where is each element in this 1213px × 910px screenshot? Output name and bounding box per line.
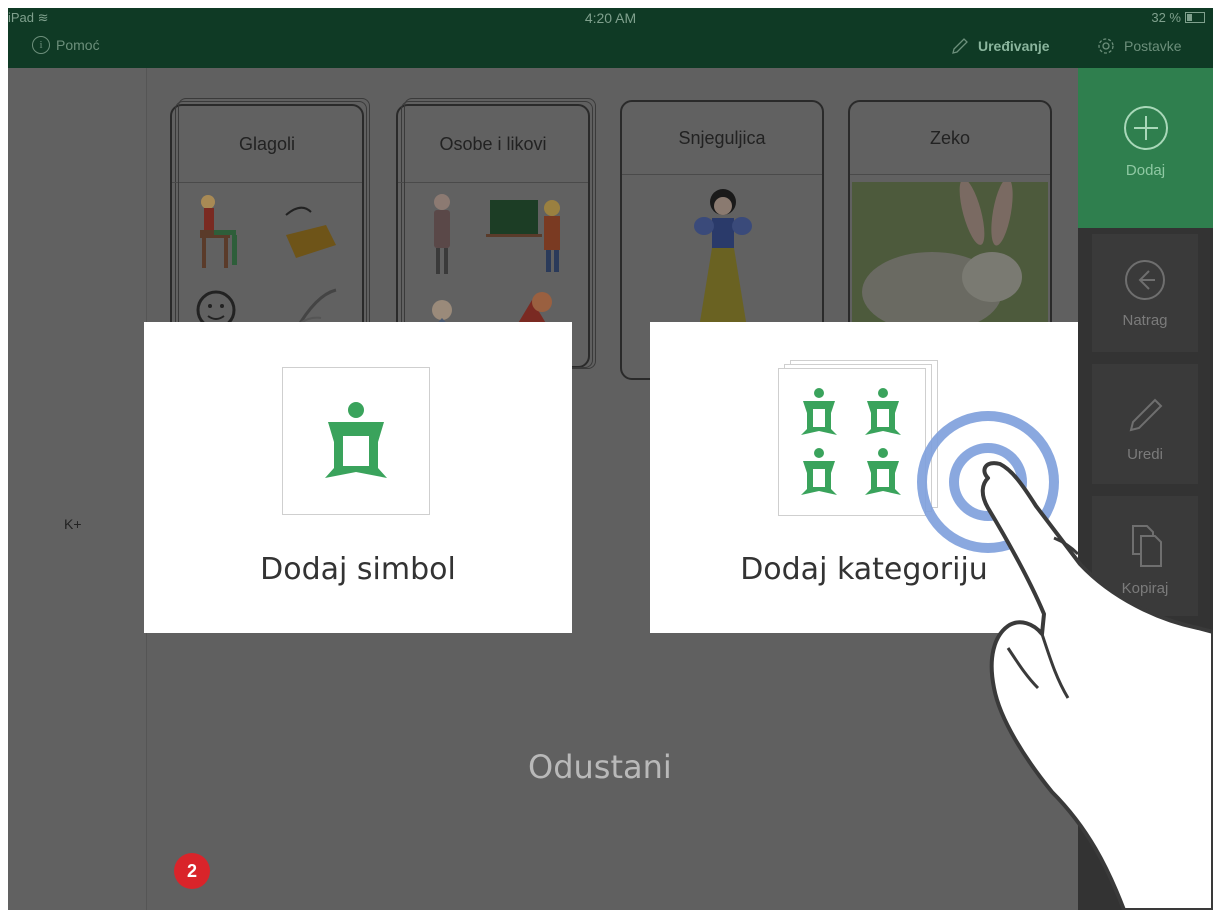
battery-icon: [1185, 12, 1205, 23]
info-icon: i: [32, 36, 50, 54]
category-title: Zeko: [850, 102, 1050, 175]
edit-mode-label: Uređivanje: [978, 38, 1050, 54]
cancel-button[interactable]: Odustani: [528, 748, 672, 786]
widgit-symbol-icon: [325, 402, 387, 478]
add-label: Dodaj: [1125, 162, 1166, 179]
copy-label: Kopiraj: [1121, 580, 1169, 597]
edit-button[interactable]: Uredi: [1092, 364, 1198, 484]
pencil-icon: [1129, 398, 1163, 432]
settings-button[interactable]: Postavke: [1096, 36, 1182, 56]
pencil-icon: [952, 38, 968, 54]
symbol-tile: [282, 367, 430, 515]
category-tile: [778, 368, 926, 516]
add-symbol-label: Dodaj simbol: [260, 552, 456, 587]
help-label: Pomoć: [56, 37, 100, 53]
snow-white-image: [694, 189, 752, 334]
category-title: Glagoli: [172, 106, 362, 183]
category-symbols-icon: [801, 388, 901, 495]
add-button[interactable]: Dodaj: [1078, 68, 1213, 228]
left-panel: K+: [8, 68, 147, 910]
right-toolbar: Dodaj Natrag Uredi Kopiraj: [1078, 68, 1213, 910]
left-panel-label: K+: [64, 516, 82, 532]
plus-circle-icon: [1123, 106, 1168, 150]
battery-indicator: 32 %: [1151, 10, 1205, 25]
add-category-option[interactable]: Dodaj kategoriju: [650, 322, 1078, 633]
add-symbol-option[interactable]: Dodaj simbol: [144, 322, 572, 633]
help-button[interactable]: i Pomoć: [32, 36, 100, 54]
edit-mode-button[interactable]: Uređivanje: [950, 36, 1050, 56]
step-badge: 2: [174, 853, 210, 889]
add-category-label: Dodaj kategoriju: [740, 552, 988, 587]
gear-icon: [1098, 38, 1114, 54]
rabbit-photo: [852, 182, 1048, 328]
category-title: Osobe i likovi: [398, 106, 588, 183]
back-label: Natrag: [1122, 312, 1168, 329]
ipad-screen: iPad ≋ 4:20 AM 32 % i Pomoć Uređivanje P…: [8, 8, 1213, 910]
edit-label: Uredi: [1127, 446, 1163, 463]
back-button[interactable]: Natrag: [1092, 234, 1198, 352]
battery-percent: 32 %: [1151, 10, 1181, 25]
copy-icon: [1132, 525, 1162, 567]
status-bar: iPad ≋ 4:20 AM 32 % i Pomoć Uređivanje P…: [8, 8, 1213, 68]
category-title: Snjeguljica: [622, 102, 822, 175]
clock: 4:20 AM: [584, 10, 637, 26]
settings-label: Postavke: [1124, 38, 1182, 54]
arrow-left-circle-icon: [1125, 260, 1165, 300]
copy-button[interactable]: Kopiraj: [1092, 496, 1198, 616]
